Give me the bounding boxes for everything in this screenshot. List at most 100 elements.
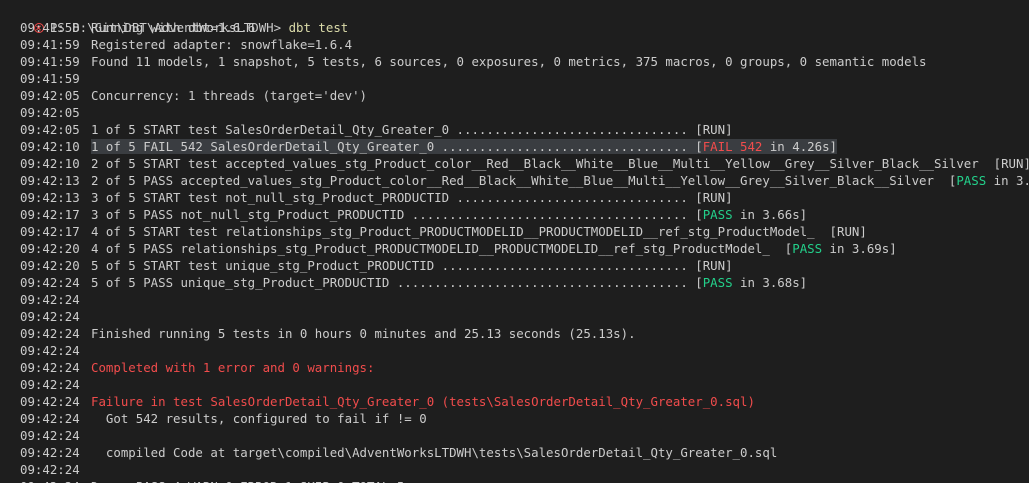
log-timestamp: 09:42:24 (20, 326, 80, 341)
log-text: 3 of 5 START test not_null_stg_Product_P… (91, 190, 733, 205)
log-text: Completed with 1 error and 0 warnings: (91, 360, 375, 375)
log-message: Running with dbt=1.6.6 (91, 20, 255, 35)
log-text: 1 of 5 FAIL 542 SalesOrderDetail_Qty_Gre… (91, 139, 703, 154)
log-timestamp: 09:42:17 (20, 207, 80, 222)
log-timestamp: 09:42:05 (20, 88, 80, 103)
log-message: compiled Code at target\compiled\AdventW… (91, 445, 777, 460)
log-timestamp: 09:42:24 (20, 428, 80, 443)
log-message: Registered adapter: snowflake=1.6.4 (91, 37, 352, 52)
log-message: 2 of 5 START test accepted_values_stg_Pr… (91, 156, 1029, 171)
pass-status: PASS (956, 173, 987, 188)
log-message: Failure in test SalesOrderDetail_Qty_Gre… (91, 394, 755, 409)
log-message: 3 of 5 START test not_null_stg_Product_P… (91, 190, 733, 205)
log-timestamp: 09:42:20 (20, 258, 80, 273)
log-timestamp: 09:42:10 (20, 156, 80, 171)
log-line: 09:42:24 Finished running 5 tests in 0 ho… (20, 325, 636, 342)
log-line: 09:42:24 (20, 291, 91, 308)
prompt-line: PS D:\Git\DBT\AdventWorksLTDWH> dbt test (4, 2, 348, 35)
log-text: Got 542 results, configured to fail if !… (91, 411, 427, 426)
log-timestamp: 09:42:24 (20, 394, 80, 409)
log-line: 09:42:20 4 of 5 PASS relationships_stg_Pr… (20, 240, 897, 257)
log-timestamp: 09:42:05 (20, 122, 80, 137)
log-line: 09:42:24Done. PASS=4 WARN=0 ERROR=1 SKIP… (20, 478, 404, 483)
log-message: 3 of 5 PASS not_null_stg_Product_PRODUCT… (91, 207, 807, 222)
log-duration: in 3.68s] (732, 275, 808, 290)
log-timestamp: 09:42:05 (20, 105, 80, 120)
log-duration: in 3.66s] (732, 207, 808, 222)
log-line: 09:42:24 compiled Code at target\compile… (20, 444, 777, 461)
log-text: Registered adapter: snowflake=1.6.4 (91, 37, 353, 52)
log-timestamp: 09:42:13 (20, 190, 80, 205)
log-timestamp: 09:41:58 (20, 20, 80, 35)
log-timestamp: 09:42:24 (20, 343, 80, 358)
log-message: Finished running 5 tests in 0 hours 0 mi… (91, 326, 636, 341)
log-text: compiled Code at target\compiled\AdventW… (91, 445, 778, 460)
log-message: 1 of 5 START test SalesOrderDetail_Qty_G… (91, 122, 733, 137)
log-text: 2 of 5 PASS accepted_values_stg_Product_… (91, 173, 957, 188)
log-line: 09:42:24 Completed with 1 error and 0 war… (20, 359, 374, 376)
log-text: Failure in test SalesOrderDetail_Qty_Gre… (91, 394, 755, 409)
log-duration: in 3.43s] (993, 173, 1029, 188)
log-timestamp: 09:41:59 (20, 71, 80, 86)
log-text: Done. PASS=4 WARN=0 ERROR=1 SKIP=0 TOTAL… (91, 479, 404, 483)
pass-status: PASS (702, 207, 733, 222)
log-text: 3 of 5 PASS not_null_stg_Product_PRODUCT… (91, 207, 703, 222)
log-line: 09:42:17 4 of 5 START test relationships_… (20, 223, 867, 240)
fail-status: FAIL 542 (702, 139, 763, 154)
log-text: 5 of 5 PASS unique_stg_Product_PRODUCTID… (91, 275, 703, 290)
log-message: 2 of 5 PASS accepted_values_stg_Product_… (91, 173, 1029, 188)
log-line: 09:42:24 Got 542 results, configured to … (20, 410, 427, 427)
log-timestamp: 09:42:10 (20, 139, 80, 154)
log-timestamp: 09:42:24 (20, 275, 80, 290)
log-line: 09:42:17 3 of 5 PASS not_null_stg_Product… (20, 206, 807, 223)
log-duration: in 4.26s] (762, 139, 837, 154)
log-text: 5 of 5 START test unique_stg_Product_PRO… (91, 258, 733, 273)
log-line: 09:42:05 1 of 5 START test SalesOrderDeta… (20, 121, 733, 138)
log-text: 1 of 5 START test SalesOrderDetail_Qty_G… (91, 122, 733, 137)
log-message: Completed with 1 error and 0 warnings: (91, 360, 374, 375)
log-line: 09:42:24 (20, 342, 91, 359)
input-line[interactable] (20, 474, 61, 483)
log-text: Finished running 5 tests in 0 hours 0 mi… (91, 326, 636, 341)
log-timestamp: 09:42:13 (20, 173, 80, 188)
terminal-panel[interactable]: PS D:\Git\DBT\AdventWorksLTDWH> dbt test… (0, 0, 1029, 483)
log-line: 09:41:58 Running with dbt=1.6.6 (20, 19, 255, 36)
log-message: Done. PASS=4 WARN=0 ERROR=1 SKIP=0 TOTAL… (91, 479, 404, 483)
log-line: 09:42:10 2 of 5 START test accepted_value… (20, 155, 1029, 172)
log-line: 09:42:20 5 of 5 START test unique_stg_Pro… (20, 257, 733, 274)
log-line: 09:42:05 Concurrency: 1 threads (target='… (20, 87, 367, 104)
log-timestamp: 09:42:24 (20, 411, 80, 426)
log-duration: in 3.69s] (822, 241, 897, 256)
log-timestamp: 09:42:24 (20, 377, 80, 392)
log-timestamp: 09:41:59 (20, 54, 80, 69)
log-message: 4 of 5 START test relationships_stg_Prod… (91, 224, 867, 239)
log-message: 1 of 5 FAIL 542 SalesOrderDetail_Qty_Gre… (91, 139, 837, 154)
log-message: 5 of 5 START test unique_stg_Product_PRO… (91, 258, 733, 273)
prompt-command: dbt test (288, 20, 349, 35)
log-message: Concurrency: 1 threads (target='dev') (91, 88, 367, 103)
log-line: 09:42:24 5 of 5 PASS unique_stg_Product_P… (20, 274, 807, 291)
log-text: 4 of 5 START test relationships_stg_Prod… (91, 224, 867, 239)
log-line: 09:42:13 3 of 5 START test not_null_stg_P… (20, 189, 733, 206)
pass-status: PASS (792, 241, 823, 256)
log-timestamp: 09:42:24 (20, 292, 80, 307)
log-message: 5 of 5 PASS unique_stg_Product_PRODUCTID… (91, 275, 807, 290)
log-line: 09:41:59 (20, 70, 91, 87)
log-line: 09:42:24 (20, 427, 91, 444)
log-timestamp: 09:41:59 (20, 37, 80, 52)
log-message: Found 11 models, 1 snapshot, 5 tests, 6 … (91, 54, 927, 69)
log-line: 09:41:59 Found 11 models, 1 snapshot, 5 t… (20, 53, 927, 70)
log-timestamp: 09:42:24 (20, 309, 80, 324)
log-text: 2 of 5 START test accepted_values_stg_Pr… (91, 156, 1029, 171)
log-timestamp: 09:42:24 (20, 445, 80, 460)
log-timestamp: 09:42:24 (20, 360, 80, 375)
log-timestamp: 09:42:17 (20, 224, 80, 239)
pass-status: PASS (702, 275, 733, 290)
log-line: 09:42:24 Failure in test SalesOrderDetail… (20, 393, 755, 410)
log-line: 09:42:05 (20, 104, 91, 121)
log-line: 09:42:24 (20, 376, 91, 393)
log-message: Got 542 results, configured to fail if !… (91, 411, 427, 426)
log-message: 4 of 5 PASS relationships_stg_Product_PR… (91, 241, 897, 256)
log-text: Found 11 models, 1 snapshot, 5 tests, 6 … (91, 54, 927, 69)
log-text: Running with dbt=1.6.6 (91, 20, 256, 35)
